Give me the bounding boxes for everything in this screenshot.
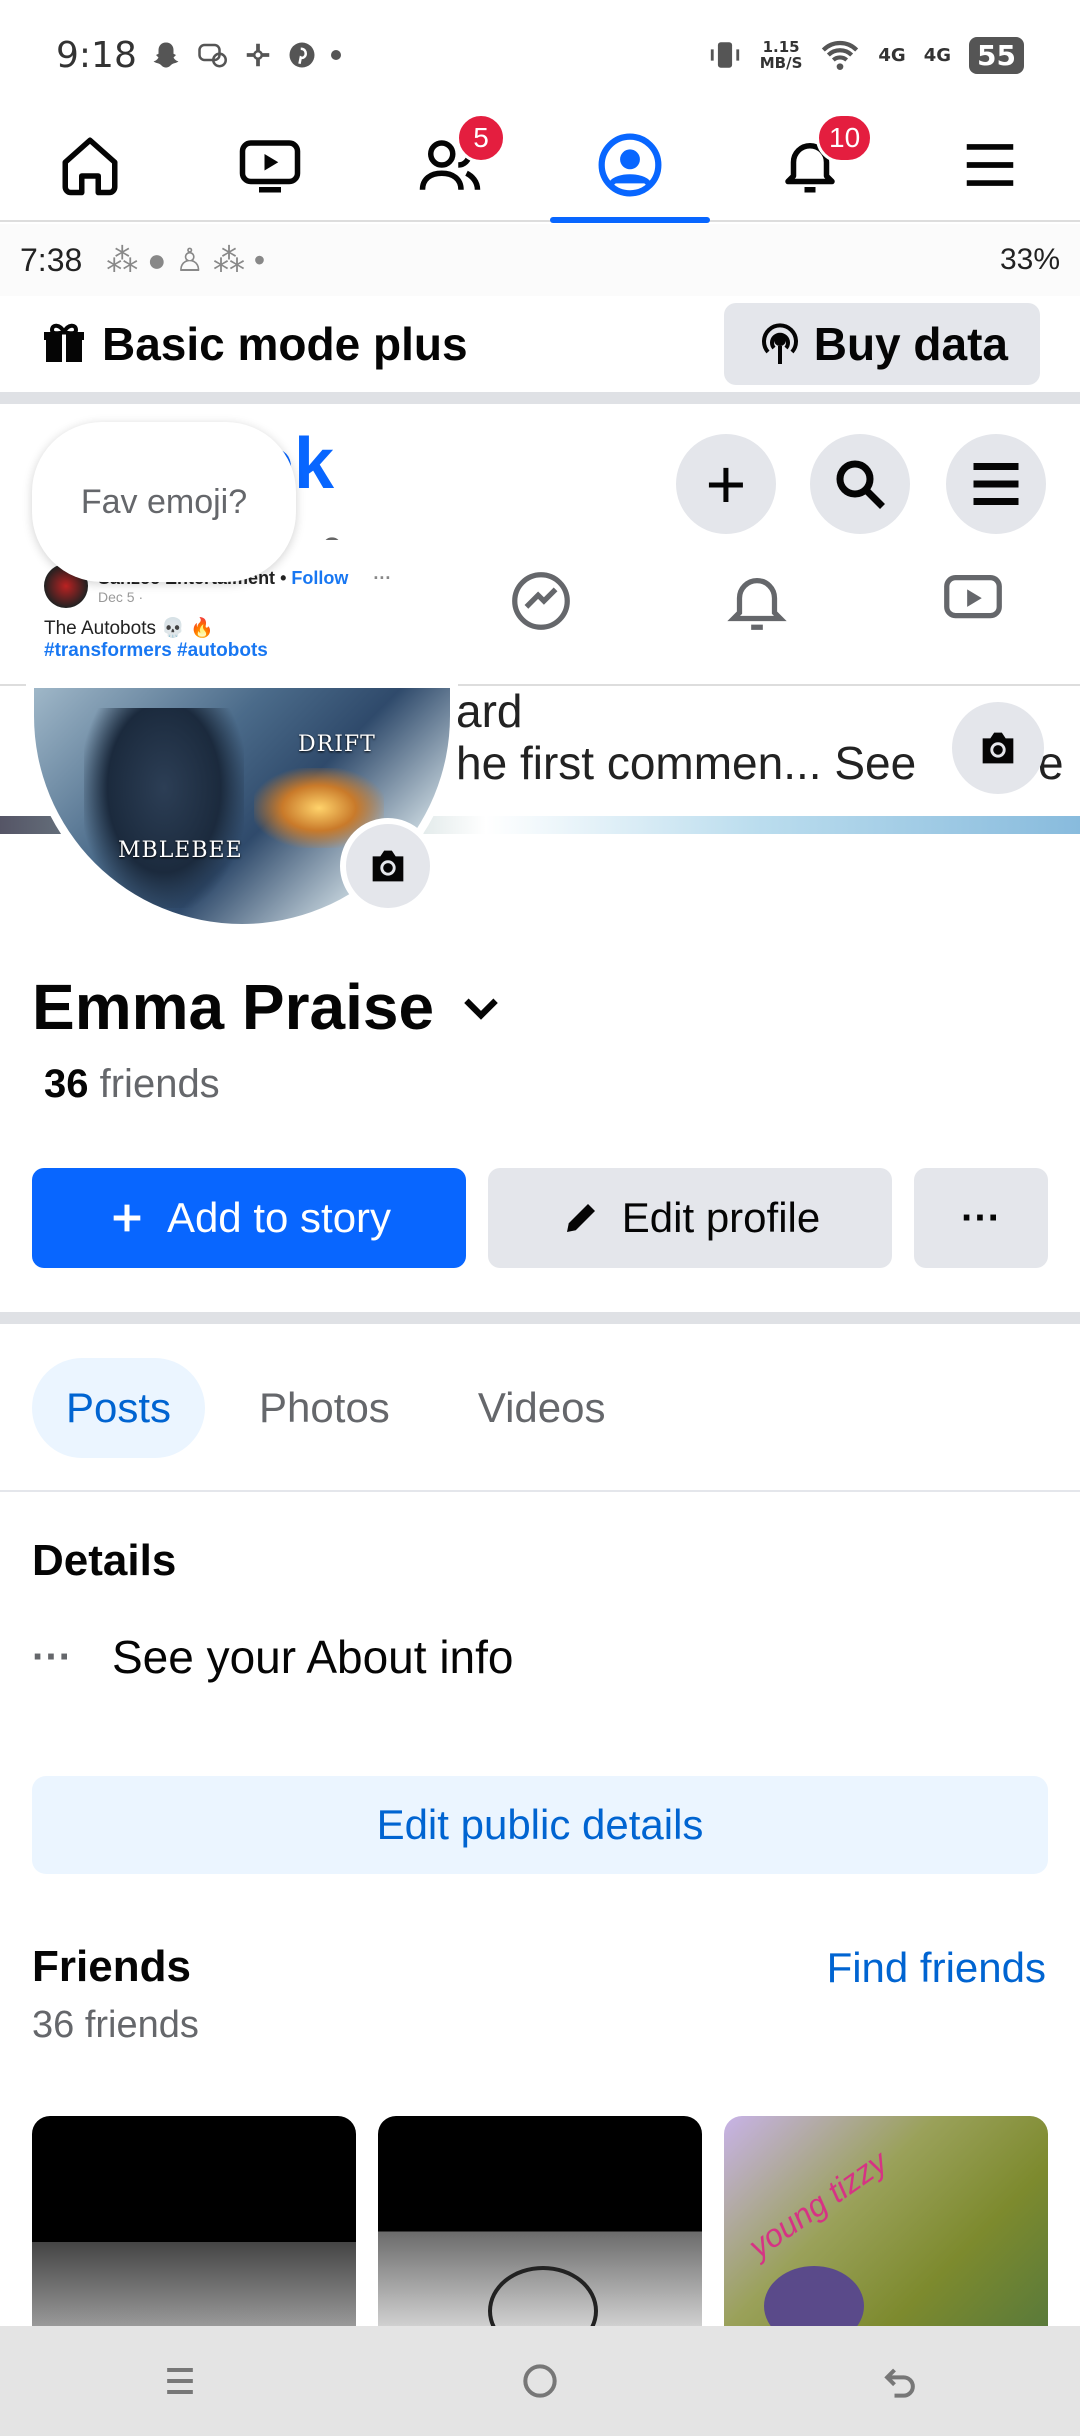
inner-battery: 33%	[999, 243, 1060, 276]
inner-notification-icons: ⁂ ● ♙ ⁂ •	[106, 242, 266, 278]
more-options-button[interactable]: ···	[914, 1168, 1048, 1268]
nav-home[interactable]	[30, 109, 150, 221]
fav-emoji-note[interactable]: Fav emoji?	[32, 422, 296, 582]
snapchat-icon	[153, 42, 179, 68]
friends-heading: Friends	[32, 1942, 191, 1991]
network-speed: 1.15 MB/S	[759, 38, 803, 72]
nav-friends[interactable]: 5	[390, 109, 510, 221]
battery-indicator: 55	[969, 36, 1024, 74]
home-button-icon[interactable]	[518, 2359, 562, 2403]
friend-thumbnail[interactable]	[378, 2116, 702, 2326]
nav-profile[interactable]	[550, 109, 710, 223]
messenger-icon	[198, 43, 227, 68]
inner-status-bar: 7:38 ⁂ ● ♙ ⁂ • 33%	[0, 224, 1080, 296]
inner-search-icon	[810, 434, 910, 534]
recent-apps-icon[interactable]	[158, 2359, 202, 2403]
status-time: 9:18	[56, 34, 137, 76]
pencil-icon	[566, 1204, 595, 1232]
friend-thumbnail[interactable]: young tizzy	[724, 2116, 1048, 2326]
section-divider	[0, 1312, 1080, 1324]
friends-count[interactable]: 36 friends	[44, 1062, 220, 1107]
gift-icon	[44, 323, 84, 362]
tab-photos[interactable]: Photos	[225, 1358, 424, 1458]
friend-thumbnail[interactable]	[32, 2116, 356, 2326]
tab-videos[interactable]: Videos	[444, 1358, 640, 1458]
signal-4g-icon-1: 4G	[878, 44, 906, 66]
status-bar: 9:18 1.15 MB/S 4G 4G 55	[0, 0, 1080, 110]
basic-mode-title: Basic mode plus	[102, 318, 468, 370]
thumbnail-text: young tizzy	[741, 2143, 894, 2265]
notification-icons	[151, 40, 341, 70]
profile-tabs: Posts Photos Videos	[32, 1358, 639, 1458]
art-label-bumblebee: MBLEBEE	[118, 838, 243, 863]
profile-actions: Add to story Edit profile ···	[32, 1168, 1048, 1268]
camera-icon	[982, 732, 1014, 764]
inner-menu-icon	[946, 434, 1046, 534]
system-navigation-bar	[0, 2326, 1080, 2436]
nav-menu[interactable]	[930, 109, 1050, 221]
more-notifications-dot	[330, 50, 341, 60]
inner-bell-icon	[727, 577, 787, 630]
post-follow: Follow	[291, 567, 349, 588]
vibrate-icon	[710, 42, 739, 68]
wifi-icon	[822, 40, 859, 70]
hamburger-menu-icon	[966, 144, 1014, 186]
video-icon	[239, 140, 301, 193]
home-icon	[62, 137, 118, 196]
plus-icon	[113, 1204, 141, 1232]
edit-profile-button[interactable]: Edit profile	[488, 1168, 892, 1268]
inner-video-icon	[944, 575, 1002, 619]
edit-profile-picture-button[interactable]	[340, 818, 436, 914]
edit-public-details-button[interactable]: Edit public details	[32, 1776, 1048, 1874]
edit-cover-photo-button[interactable]	[952, 702, 1044, 794]
buy-data-button: Buy data	[723, 303, 1040, 385]
back-icon[interactable]	[878, 2359, 922, 2403]
profile-icon	[598, 133, 662, 197]
inner-plus-icon: +	[676, 434, 776, 534]
profile-name[interactable]: Emma Praise	[32, 970, 506, 1044]
notifications-badge: 10	[816, 113, 874, 163]
signal-4g-icon-2: 4G	[923, 44, 952, 66]
inner-messenger-icon	[512, 572, 570, 630]
broadcast-icon	[761, 323, 798, 364]
friends-badge: 5	[456, 113, 506, 163]
post-text: The Autobots 💀 🔥	[44, 618, 214, 639]
nav-notifications[interactable]: 10	[750, 109, 874, 221]
fan-icon	[246, 43, 270, 67]
add-to-story-button[interactable]: Add to story	[32, 1168, 466, 1268]
chevron-down-icon[interactable]	[456, 982, 506, 1032]
post-date: Dec 5 ·	[98, 588, 144, 605]
nav-video[interactable]	[210, 109, 330, 221]
basic-mode-bar: Basic mode plus Buy data	[0, 296, 1080, 404]
tab-posts[interactable]: Posts	[32, 1358, 206, 1458]
post-tags: #transformers #autobots	[44, 640, 268, 661]
pinterest-icon	[289, 42, 315, 68]
tabs-divider	[0, 1490, 1080, 1492]
more-dots-icon: ···	[32, 1634, 72, 1679]
find-friends-link[interactable]: Find friends	[827, 1944, 1046, 1992]
cover-line-2: he first commen... See	[456, 737, 917, 789]
see-about-info[interactable]: ··· See your About info	[32, 1630, 513, 1684]
details-heading: Details	[32, 1536, 177, 1585]
friends-subcount: 36 friends	[32, 2004, 199, 2046]
art-label-drift: DRIFT	[298, 732, 376, 757]
camera-icon	[372, 850, 404, 882]
cover-line-1: ard	[456, 685, 523, 737]
top-navigation: 5 10	[0, 109, 1080, 223]
